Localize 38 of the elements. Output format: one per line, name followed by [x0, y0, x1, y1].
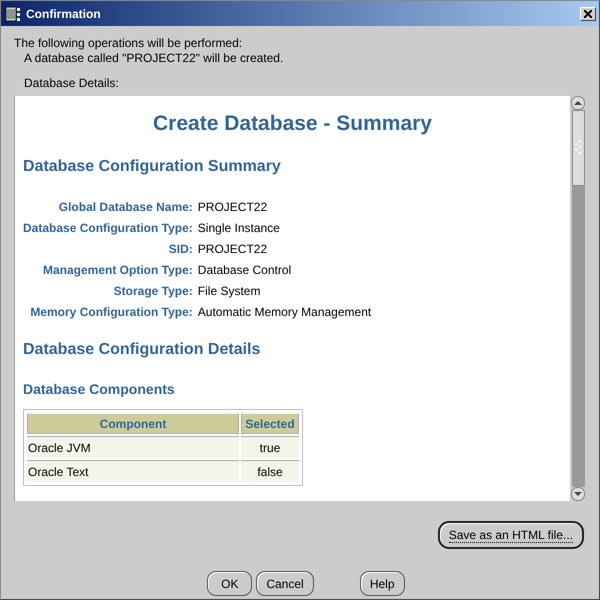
intro-text: The following operations will be performed: [14, 36, 244, 51]
field-label: Storage Type: [112, 284, 193, 298]
column-header: Selected [241, 413, 299, 434]
help-button[interactable]: Help [360, 571, 405, 596]
close-icon [584, 10, 592, 18]
field-value: File System [198, 284, 262, 298]
field-value: PROJECT22 [198, 200, 268, 214]
field-value: Automatic Memory Management [198, 305, 372, 319]
field-label: Global Database Name: [58, 200, 193, 214]
section-heading: Database Configuration Details [23, 341, 262, 359]
scroll-up-icon[interactable] [571, 96, 585, 110]
section-heading: Database Configuration Summary [23, 158, 282, 176]
subsection-heading: Database Components [23, 381, 176, 397]
table-cell: Oracle JVM [27, 436, 239, 458]
field-label: Management Option Type: [42, 263, 193, 277]
table-cell: true [241, 436, 299, 458]
operation-text: A database called "PROJECT22" will be created. [23, 51, 284, 66]
close-button[interactable] [580, 6, 596, 20]
details-label: Database Details: [23, 76, 120, 90]
window-title: Confirmation [26, 6, 102, 20]
ok-button[interactable]: OK [207, 571, 252, 596]
table-cell: Oracle Text [27, 460, 239, 482]
save-html-button[interactable]: Save as an HTML file... [438, 521, 584, 549]
field-label: Memory Configuration Type: [29, 305, 193, 319]
column-header: Component [27, 413, 239, 434]
report-title: Create Database - Summary [152, 112, 433, 136]
field-value: Single Instance [198, 221, 281, 235]
scrollbar[interactable] [570, 96, 586, 501]
field-value: PROJECT22 [198, 242, 268, 256]
table-cell: false [241, 460, 299, 482]
field-label: SID: [168, 242, 193, 256]
field-label: Database Configuration Type: [23, 221, 193, 235]
scroll-down-icon[interactable] [571, 487, 585, 501]
app-icon [4, 4, 22, 22]
field-value: Database Control [198, 263, 292, 277]
grip-icon [574, 140, 582, 156]
scroll-thumb[interactable] [572, 110, 584, 186]
cancel-button[interactable]: Cancel [256, 571, 314, 596]
